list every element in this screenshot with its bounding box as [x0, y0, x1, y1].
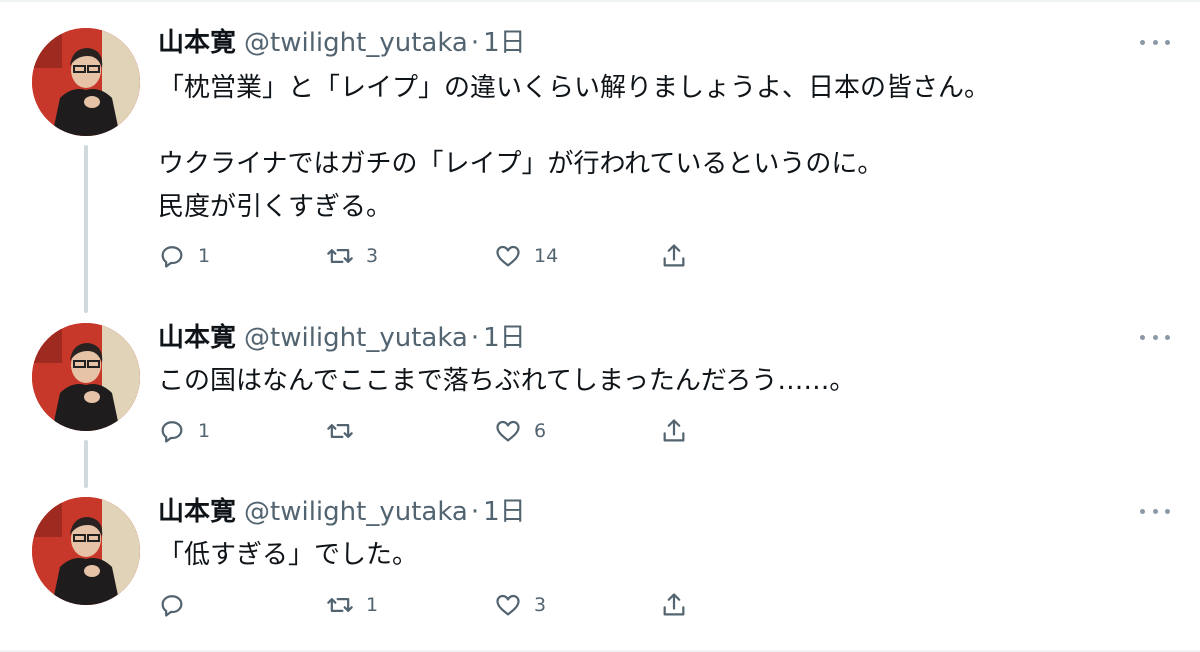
- share-button[interactable]: [660, 590, 688, 620]
- like-count: 14: [534, 245, 559, 267]
- reply-button[interactable]: 1: [158, 241, 210, 271]
- retweet-count: 3: [366, 245, 379, 267]
- author-handle[interactable]: @twilight_yutaka: [244, 497, 468, 527]
- tweet[interactable]: 山本寛 @twilight_yutaka · 1日 「低すぎる」でした。 1 3: [0, 493, 1200, 623]
- retweet-icon: [327, 598, 353, 612]
- retweet-button[interactable]: [326, 416, 366, 446]
- retweet-count: 1: [366, 594, 379, 616]
- like-button[interactable]: 3: [494, 590, 546, 620]
- share-icon: [663, 244, 685, 267]
- tweet-timestamp[interactable]: 1日: [483, 28, 526, 58]
- separator-dot: ·: [470, 28, 480, 58]
- more-icon[interactable]: [1140, 327, 1170, 347]
- heart-icon: [496, 594, 520, 616]
- tweet-text-line: この国はなんでここまで落ちぶれてしまったんだろう……。: [158, 366, 856, 396]
- retweet-button[interactable]: 3: [326, 241, 378, 271]
- like-button[interactable]: 6: [494, 416, 546, 446]
- tweet-timestamp[interactable]: 1日: [483, 497, 526, 527]
- avatar-image: [32, 497, 140, 605]
- tweet-actions: 1 3 14: [158, 241, 698, 271]
- avatar[interactable]: [32, 28, 140, 136]
- separator-dot: ·: [470, 323, 480, 353]
- avatar-image: [32, 323, 140, 431]
- like-count: 3: [534, 594, 547, 616]
- tweet-text-line: 「枕営業」と「レイプ」の違いくらい解りましょうよ、日本の皆さん。: [158, 73, 991, 103]
- share-button[interactable]: [660, 241, 688, 271]
- reply-icon: [161, 421, 183, 443]
- tweet-text-line: 民度が引くすぎる。: [158, 192, 393, 222]
- avatar-image: [32, 28, 140, 136]
- tweet-header: 山本寛 @twilight_yutaka · 1日: [158, 319, 526, 357]
- share-icon: [663, 419, 685, 442]
- tweet-actions: 1 3: [158, 590, 698, 620]
- separator-dot: ·: [470, 497, 480, 527]
- heart-icon: [496, 245, 520, 267]
- reply-button[interactable]: [158, 590, 198, 620]
- tweet-timestamp[interactable]: 1日: [483, 323, 526, 353]
- tweet[interactable]: 山本寛 @twilight_yutaka · 1日 この国はなんでここまで落ちぶれてし…: [0, 319, 1200, 449]
- avatar[interactable]: [32, 323, 140, 431]
- retweet-button[interactable]: 1: [326, 590, 378, 620]
- author-handle[interactable]: @twilight_yutaka: [244, 323, 468, 353]
- share-icon: [663, 593, 685, 616]
- share-button[interactable]: [660, 416, 688, 446]
- author-name[interactable]: 山本寛: [158, 497, 236, 527]
- retweet-icon: [327, 424, 353, 438]
- reply-button[interactable]: 1: [158, 416, 210, 446]
- reply-count: 1: [198, 420, 211, 442]
- reply-count: 1: [198, 245, 211, 267]
- more-icon[interactable]: [1140, 501, 1170, 521]
- retweet-icon: [327, 249, 353, 263]
- heart-icon: [496, 420, 520, 442]
- tweet-text-line: ウクライナではガチの「レイプ」が行われているというのに。: [158, 149, 884, 179]
- author-name[interactable]: 山本寛: [158, 28, 236, 58]
- top-divider: [0, 0, 1200, 2]
- avatar[interactable]: [32, 497, 140, 605]
- like-button[interactable]: 14: [494, 241, 558, 271]
- tweet-header: 山本寛 @twilight_yutaka · 1日: [158, 493, 526, 531]
- tweet-header: 山本寛 @twilight_yutaka · 1日: [158, 24, 526, 62]
- reply-icon: [161, 246, 183, 268]
- author-name[interactable]: 山本寛: [158, 323, 236, 353]
- reply-icon: [161, 595, 183, 617]
- more-icon[interactable]: [1140, 32, 1170, 52]
- like-count: 6: [534, 420, 547, 442]
- tweet[interactable]: 山本寛 @twilight_yutaka · 1日 「枕営業」と「レイプ」の違いくらい…: [0, 24, 1200, 284]
- tweet-text-line: 「低すぎる」でした。: [158, 540, 419, 570]
- author-handle[interactable]: @twilight_yutaka: [244, 28, 468, 58]
- tweet-actions: 1 6: [158, 416, 698, 446]
